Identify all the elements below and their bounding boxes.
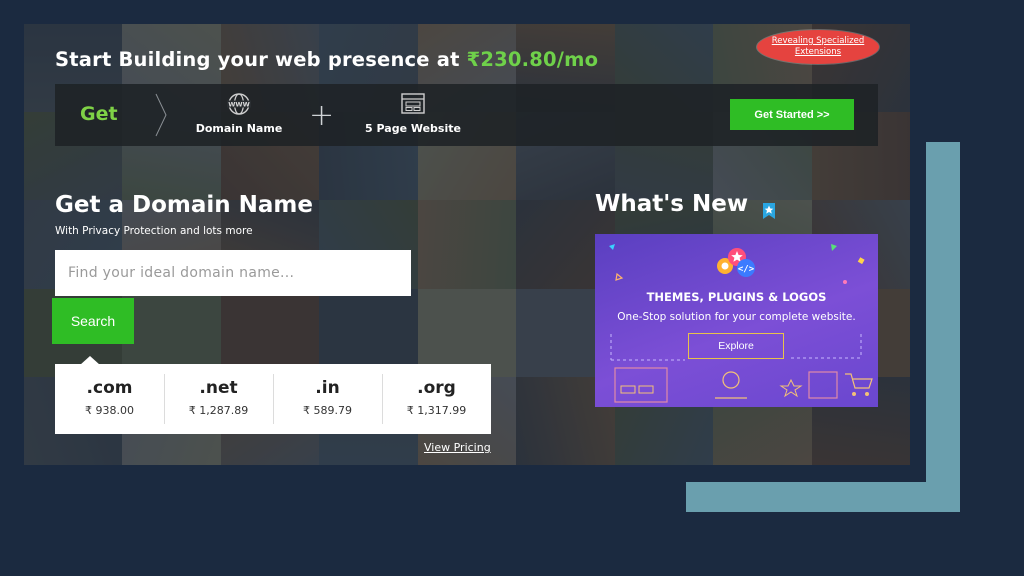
domain-section-subtitle: With Privacy Protection and lots more <box>55 225 253 237</box>
www-globe-icon: WWW <box>227 93 251 115</box>
tld-price: ₹ 1,317.99 <box>406 404 467 417</box>
svg-text:WWW: WWW <box>228 101 250 109</box>
specialized-extensions-link[interactable]: Revealing Specialized Extensions <box>757 30 879 64</box>
tld-price: ₹ 589.79 <box>303 404 352 417</box>
view-pricing-link[interactable]: View Pricing <box>424 441 491 454</box>
bookmark-star-icon <box>763 203 775 219</box>
domain-section-title: Get a Domain Name <box>55 192 313 218</box>
tld-extension: .com <box>86 378 133 398</box>
chevron-right-icon <box>155 93 167 137</box>
bundle-item-website-label: 5 Page Website <box>365 122 461 135</box>
tld-extension: .net <box>199 378 238 398</box>
tld-item[interactable]: .in ₹ 589.79 <box>273 364 382 434</box>
themes-plugins-logo-icon: </> <box>717 248 755 277</box>
bundle-item-domain: WWW Domain Name <box>185 92 293 135</box>
headline-text: Start Building your web presence at <box>55 48 460 71</box>
tld-extension: .in <box>315 378 340 398</box>
website-layout-icon <box>401 93 425 114</box>
whats-new-title: What's New <box>595 191 749 217</box>
bundle-item-website: 5 Page Website <box>361 92 465 135</box>
explore-button[interactable]: Explore <box>688 333 784 359</box>
tld-price-list: .com ₹ 938.00 .net ₹ 1,287.89 .in ₹ 589.… <box>55 364 491 434</box>
plus-icon: + <box>309 98 335 133</box>
tld-extension: .org <box>417 378 456 398</box>
tld-item[interactable]: .net ₹ 1,287.89 <box>164 364 273 434</box>
bundle-get-label: Get <box>80 103 118 125</box>
ribbon-line-1: Revealing Specialized <box>771 36 865 46</box>
ribbon-line-2: Extensions <box>794 47 842 57</box>
domain-search-input[interactable] <box>55 250 411 296</box>
get-started-button[interactable]: Get Started >> <box>730 99 854 130</box>
themes-plugins-promo-banner[interactable]: </> THEMES, PLUGINS & LOGOS One-Stop sol… <box>595 234 878 407</box>
domain-search-button[interactable]: Search <box>52 298 134 344</box>
promo-heading: THEMES, PLUGINS & LOGOS <box>646 290 827 304</box>
tld-price: ₹ 938.00 <box>85 404 134 417</box>
promo-subtext: One-Stop solution for your complete webs… <box>617 311 856 323</box>
headline-price: ₹230.80/mo <box>466 48 599 71</box>
tld-item[interactable]: .org ₹ 1,317.99 <box>382 364 491 434</box>
tld-item[interactable]: .com ₹ 938.00 <box>55 364 164 434</box>
tld-price: ₹ 1,287.89 <box>188 404 249 417</box>
hero-headline: Start Building your web presence at ₹230… <box>55 48 598 71</box>
bundle-offer-bar: Get WWW Domain Name + 5 Page Website Get… <box>55 84 878 146</box>
website-hero-screenshot: Start Building your web presence at ₹230… <box>24 24 910 465</box>
bundle-item-domain-label: Domain Name <box>195 122 283 135</box>
svg-text:</>: </> <box>738 265 755 275</box>
